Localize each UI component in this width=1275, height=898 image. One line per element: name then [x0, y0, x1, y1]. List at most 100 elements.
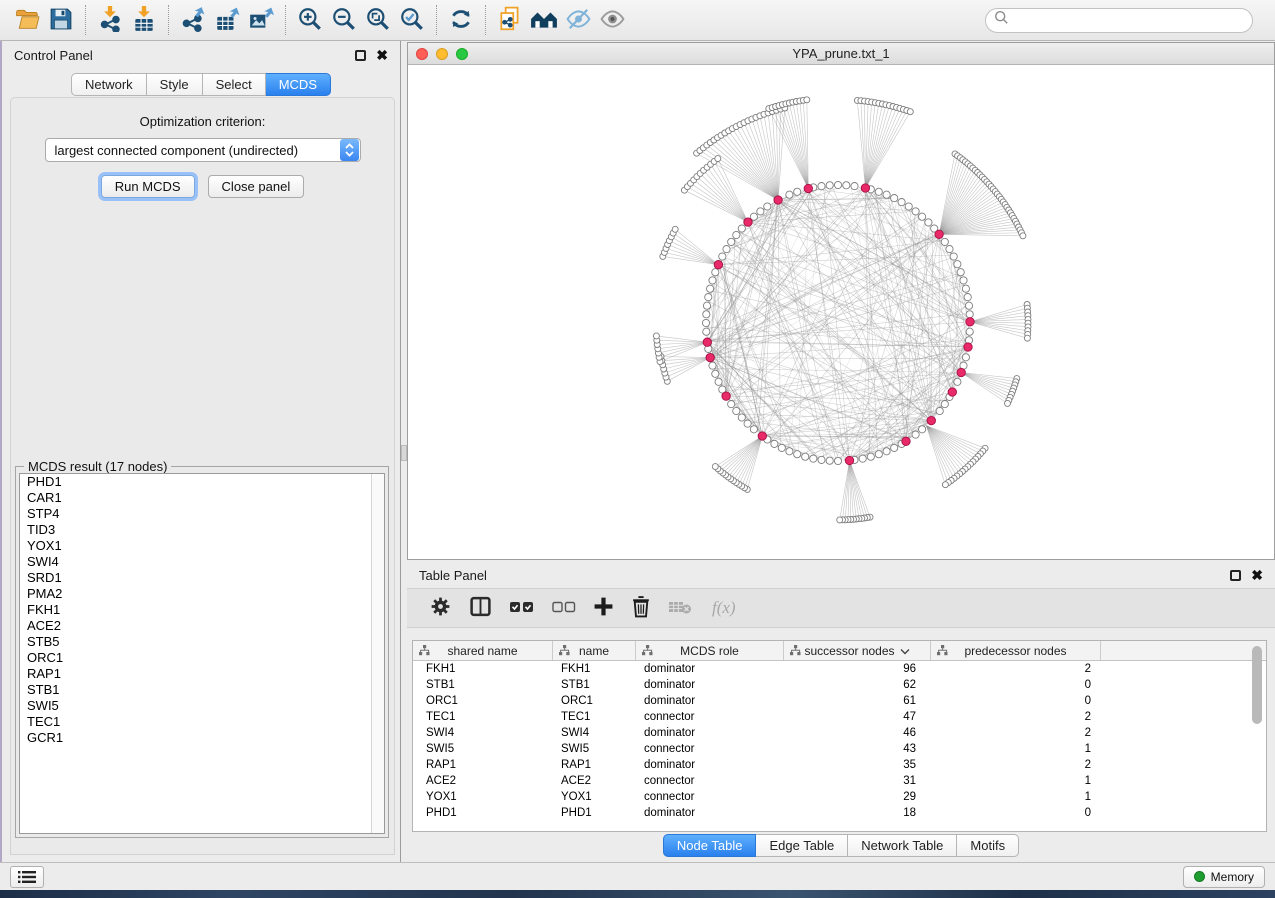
export-table-button[interactable]	[210, 4, 244, 36]
dominator-node[interactable]	[957, 368, 965, 376]
memory-button[interactable]: Memory	[1183, 866, 1265, 888]
column-header-name[interactable]: name	[553, 641, 636, 660]
mcds-result-list[interactable]: PHD1CAR1STP4TID3YOX1SWI4SRD1PMA2FKH1ACE2…	[19, 473, 385, 834]
dominator-node[interactable]	[927, 416, 935, 424]
ring-node[interactable]	[702, 319, 709, 326]
ring-node[interactable]	[919, 426, 926, 433]
ring-node[interactable]	[715, 378, 722, 385]
save-session-button[interactable]	[44, 4, 78, 36]
hide-selected-button[interactable]	[561, 4, 595, 36]
dominator-node[interactable]	[744, 218, 752, 226]
ring-node[interactable]	[794, 188, 801, 195]
mcds-result-node[interactable]: ORC1	[20, 650, 384, 666]
new-network-from-selection-button[interactable]	[493, 4, 527, 36]
dominator-node[interactable]	[964, 343, 972, 351]
tab-mcds[interactable]: MCDS	[266, 73, 331, 96]
dominator-node[interactable]	[966, 318, 974, 326]
close-panel-button[interactable]: Close panel	[208, 175, 305, 198]
zoom-selected-button[interactable]	[395, 4, 429, 36]
ring-node[interactable]	[834, 181, 841, 188]
ring-node[interactable]	[875, 188, 882, 195]
tab-select[interactable]: Select	[203, 73, 266, 96]
ring-node[interactable]	[898, 199, 905, 206]
mcds-result-node[interactable]: SWI4	[20, 554, 384, 570]
leaf-node[interactable]	[804, 97, 810, 103]
ring-node[interactable]	[954, 261, 961, 268]
ring-node[interactable]	[818, 183, 825, 190]
add-column-button[interactable]	[593, 596, 614, 620]
apply-layout-button[interactable]	[444, 4, 478, 36]
dominator-node[interactable]	[774, 196, 782, 204]
mcds-result-node[interactable]: SRD1	[20, 570, 384, 586]
optimization-criterion-select[interactable]: largest connected component (undirected)	[45, 138, 361, 162]
table-scrollbar[interactable]	[1251, 642, 1263, 810]
ring-node[interactable]	[964, 294, 971, 301]
ring-node[interactable]	[712, 269, 719, 276]
ring-node[interactable]	[786, 191, 793, 198]
ring-node[interactable]	[891, 444, 898, 451]
first-neighbors-button[interactable]	[527, 4, 561, 36]
leaf-node[interactable]	[942, 482, 948, 488]
ring-node[interactable]	[875, 451, 882, 458]
table-row[interactable]: FKH1FKH1dominator962	[413, 661, 1266, 677]
ring-node[interactable]	[826, 182, 833, 189]
ring-node[interactable]	[883, 191, 890, 198]
leaf-node[interactable]	[712, 464, 718, 470]
ring-node[interactable]	[965, 302, 972, 309]
dominator-node[interactable]	[804, 184, 812, 192]
ring-node[interactable]	[786, 448, 793, 455]
leaf-node[interactable]	[715, 156, 721, 162]
ring-node[interactable]	[946, 246, 953, 253]
ring-node[interactable]	[705, 294, 712, 301]
mcds-result-node[interactable]: GCR1	[20, 730, 384, 746]
ring-node[interactable]	[843, 182, 850, 189]
ring-node[interactable]	[851, 183, 858, 190]
leaf-node[interactable]	[672, 226, 678, 232]
table-row[interactable]: RAP1RAP1dominator352	[413, 757, 1266, 773]
dominator-node[interactable]	[935, 230, 943, 238]
ring-node[interactable]	[733, 231, 740, 238]
mcds-result-node[interactable]: STB5	[20, 634, 384, 650]
import-table-button[interactable]	[127, 4, 161, 36]
tab-style[interactable]: Style	[147, 73, 203, 96]
table-settings-button[interactable]	[429, 595, 452, 621]
mcds-result-node[interactable]: CAR1	[20, 490, 384, 506]
ring-node[interactable]	[962, 354, 969, 361]
ring-node[interactable]	[912, 208, 919, 215]
ring-node[interactable]	[912, 431, 919, 438]
task-history-button[interactable]	[10, 866, 44, 888]
ring-node[interactable]	[859, 455, 866, 462]
ring-node[interactable]	[719, 253, 726, 260]
dominator-node[interactable]	[722, 392, 730, 400]
dominator-node[interactable]	[861, 184, 869, 192]
mcds-result-node[interactable]: TEC1	[20, 714, 384, 730]
mcds-result-node[interactable]: SWI5	[20, 698, 384, 714]
ring-node[interactable]	[778, 444, 785, 451]
ring-node[interactable]	[794, 451, 801, 458]
mcds-result-node[interactable]: STB1	[20, 682, 384, 698]
mcds-result-node[interactable]: PMA2	[20, 586, 384, 602]
result-list-scrollbar[interactable]	[371, 474, 384, 833]
ring-node[interactable]	[733, 407, 740, 414]
ring-node[interactable]	[954, 378, 961, 385]
ring-node[interactable]	[966, 311, 973, 318]
ring-node[interactable]	[905, 203, 912, 210]
ring-node[interactable]	[703, 302, 710, 309]
tab-motifs[interactable]: Motifs	[957, 834, 1019, 857]
delete-column-button[interactable]	[631, 595, 651, 621]
import-network-button[interactable]	[93, 4, 127, 36]
ring-node[interactable]	[818, 456, 825, 463]
network-canvas[interactable]	[408, 65, 1274, 559]
leaf-node[interactable]	[907, 109, 913, 115]
table-row[interactable]: TEC1TEC1connector472	[413, 709, 1266, 725]
ring-node[interactable]	[750, 426, 757, 433]
open-file-button[interactable]	[10, 4, 44, 36]
dominator-node[interactable]	[706, 353, 714, 361]
network-window-titlebar[interactable]: YPA_prune.txt_1	[408, 43, 1274, 65]
ring-node[interactable]	[966, 328, 973, 335]
column-header-predecessor-nodes[interactable]: predecessor nodes	[931, 641, 1101, 660]
ring-node[interactable]	[925, 219, 932, 226]
dominator-node[interactable]	[703, 338, 711, 346]
ring-node[interactable]	[950, 253, 957, 260]
ring-node[interactable]	[962, 285, 969, 292]
